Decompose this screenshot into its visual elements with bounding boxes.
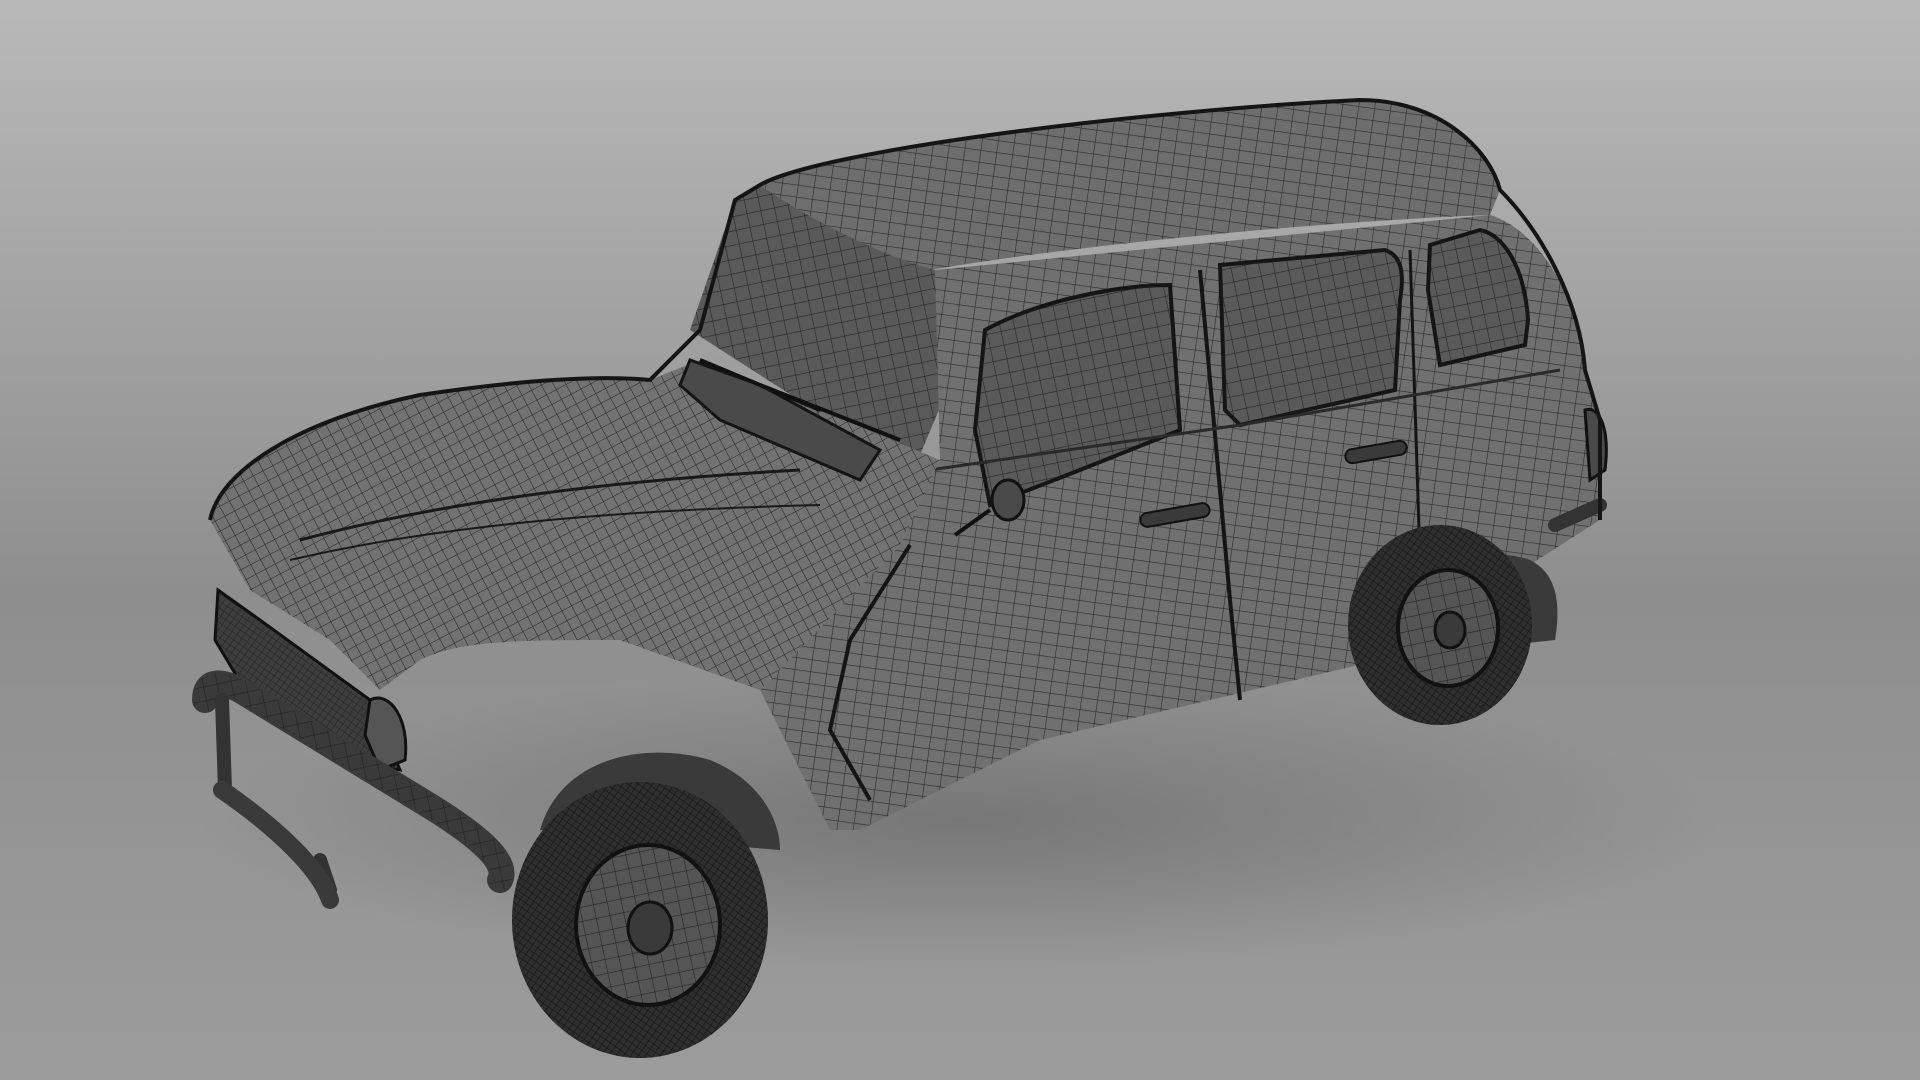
- front-wheel-hub: [626, 900, 674, 956]
- car-wireframe-render: [0, 0, 1920, 1080]
- rear-wheel-hub: [1433, 610, 1467, 650]
- render-viewport: [0, 0, 1920, 1080]
- side-mirror: [990, 478, 1026, 522]
- rear-wheel: [1348, 525, 1532, 725]
- front-wheel: [512, 782, 768, 1058]
